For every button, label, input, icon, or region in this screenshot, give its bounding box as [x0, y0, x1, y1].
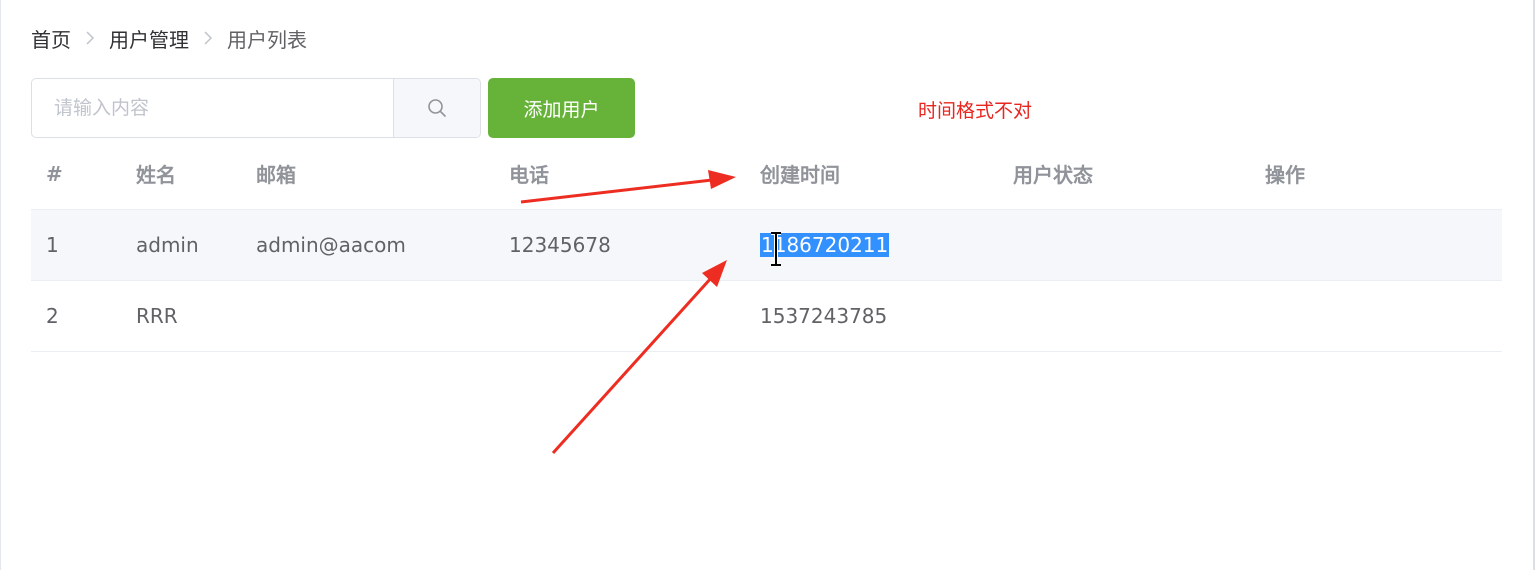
cell-phone: 12345678 — [509, 233, 611, 257]
cell-name: admin — [136, 233, 199, 257]
user-table: # 姓名 邮箱 电话 创建时间 用户状态 操作 1 admin admin@aa… — [31, 138, 1502, 352]
window-left-border — [0, 0, 1, 570]
window-scrollbar-edge — [1533, 0, 1535, 570]
table-header-row: # 姓名 邮箱 电话 创建时间 用户状态 操作 — [31, 138, 1502, 210]
cell-index: 2 — [46, 304, 59, 328]
annotation-note: 时间格式不对 — [918, 100, 1033, 122]
column-header-phone: 电话 — [509, 163, 549, 187]
selected-text[interactable]: 1186720211 — [760, 233, 890, 257]
cell-created-time[interactable]: 1186720211 — [760, 210, 890, 280]
breadcrumb-home[interactable]: 首页 — [31, 24, 71, 53]
chevron-right-icon — [85, 30, 95, 46]
search-button[interactable] — [393, 79, 480, 137]
column-header-name: 姓名 — [136, 163, 176, 187]
column-header-email: 邮箱 — [256, 163, 296, 187]
search-input[interactable] — [32, 79, 393, 137]
cell-email: admin@aacom — [256, 233, 406, 257]
search-icon — [428, 99, 446, 117]
search-box — [31, 78, 481, 138]
cell-created-time: 1537243785 — [760, 304, 888, 328]
breadcrumb-user-list: 用户列表 — [227, 27, 307, 52]
breadcrumb: 首页 用户管理 用户列表 — [31, 24, 307, 52]
column-header-index: # — [46, 161, 63, 186]
chevron-right-icon — [203, 30, 213, 46]
table-row[interactable]: 1 admin admin@aacom 12345678 1186720211 — [31, 210, 1502, 281]
column-header-status: 用户状态 — [1013, 163, 1093, 187]
table-row[interactable]: 2 RRR 1537243785 — [31, 281, 1502, 352]
cell-index: 1 — [46, 233, 59, 257]
add-user-button[interactable]: 添加用户 — [488, 78, 635, 138]
column-header-created-time: 创建时间 — [760, 163, 840, 187]
column-header-actions: 操作 — [1265, 163, 1305, 187]
breadcrumb-user-management[interactable]: 用户管理 — [109, 24, 189, 53]
cell-name: RRR — [136, 304, 178, 328]
